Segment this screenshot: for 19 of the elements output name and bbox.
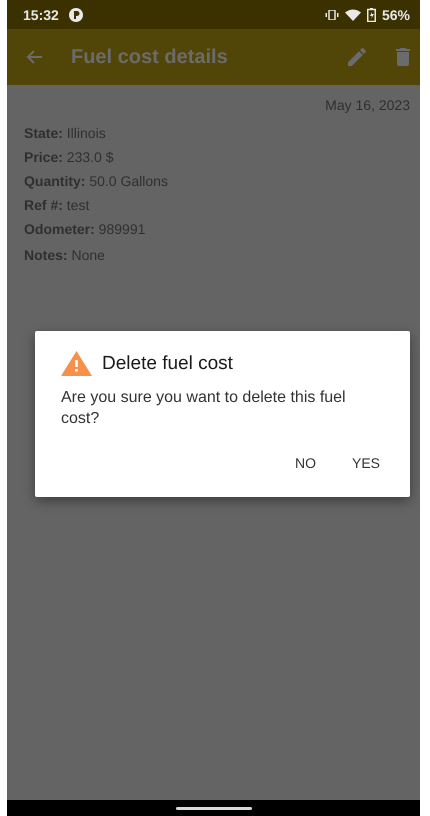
status-time: 15:32	[23, 6, 59, 22]
dialog-title: Delete fuel cost	[102, 352, 233, 374]
dialog-button[interactable]: NO	[280, 447, 330, 479]
dialog-button[interactable]: YES	[338, 447, 394, 479]
wifi-icon	[344, 8, 361, 20]
screen-title: Fuel cost details	[71, 46, 229, 68]
warning-icon	[61, 351, 92, 376]
back-button[interactable]	[25, 49, 43, 65]
back-arrow-icon	[25, 49, 43, 65]
pencil-icon	[348, 48, 366, 66]
dialog-message: Are you sure you want to delete this fuel cost?	[61, 388, 347, 429]
home-handle[interactable]	[176, 806, 252, 810]
app-notification-icon	[68, 8, 83, 22]
battery-percent: 56%	[382, 6, 410, 22]
delete-button[interactable]	[396, 48, 410, 66]
vibrate-icon	[324, 10, 339, 20]
edit-button[interactable]	[348, 48, 366, 66]
trash-icon	[396, 48, 410, 66]
battery-icon	[366, 8, 376, 22]
